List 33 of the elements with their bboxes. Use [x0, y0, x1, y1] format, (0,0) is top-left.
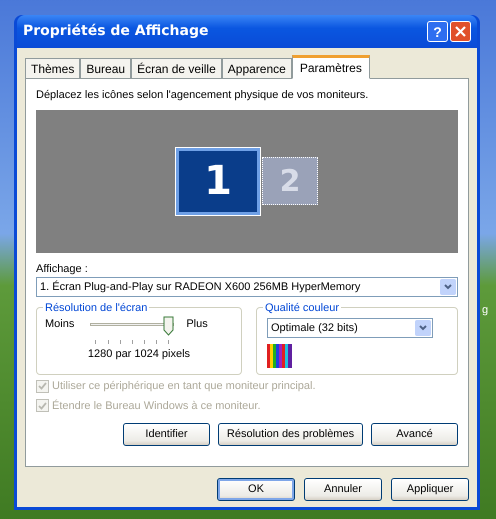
slider-max-label: Plus	[186, 317, 208, 332]
panel-button[interactable]: Résolution des problèmes	[218, 423, 363, 446]
help-button[interactable]: ?	[427, 21, 448, 42]
panel-button[interactable]: Avancé	[371, 423, 458, 446]
monitor[interactable]: 1	[176, 148, 260, 214]
tab[interactable]: Bureau	[80, 58, 132, 78]
desktop-icon-label: g	[482, 303, 488, 318]
dialog-button[interactable]: Appliquer	[391, 478, 469, 501]
dropdown-value: Optimale (32 bits)	[271, 320, 358, 336]
color-palette-icon	[267, 344, 292, 368]
close-button[interactable]	[450, 21, 471, 42]
instruction-text: Déplacez les icônes selon l'agencement physique de vos moniteurs.	[36, 88, 370, 103]
slider-thumb[interactable]	[163, 316, 174, 336]
tab[interactable]: Paramètres	[292, 55, 370, 79]
panel-button[interactable]: Identifier	[123, 423, 210, 446]
resolution-reading: 1280 par 1024 pixels	[86, 347, 192, 362]
close-icon	[455, 26, 466, 37]
dropdown[interactable]: 1. Écran Plug-and-Play sur RADEON X600 256MB HyperMemory	[36, 277, 458, 297]
tab[interactable]: Écran de veille	[131, 58, 222, 78]
caret-icon	[419, 325, 427, 331]
checkbox-label: Utiliser ce périphérique en tant que moniteur principal.	[52, 379, 316, 394]
window-title: Propriétés de Affichage	[23, 22, 208, 41]
caret-icon	[444, 284, 452, 290]
checkbox-label: Étendre le Bureau Windows à ce moniteur.	[52, 398, 261, 414]
field-label: Affichage :	[36, 262, 89, 276]
dialog-button[interactable]: OK	[217, 478, 295, 501]
group-title: Qualité couleur	[263, 300, 341, 316]
dialog-button[interactable]: Annuler	[304, 478, 382, 501]
slider-min-label: Moins	[45, 317, 74, 332]
dropdown-value: 1. Écran Plug-and-Play sur RADEON X600 256MB HyperMemory	[40, 280, 360, 295]
tab[interactable]: Thèmes	[25, 58, 80, 78]
dropdown[interactable]: Optimale (32 bits)	[267, 318, 433, 338]
tab[interactable]: Apparence	[222, 58, 292, 78]
